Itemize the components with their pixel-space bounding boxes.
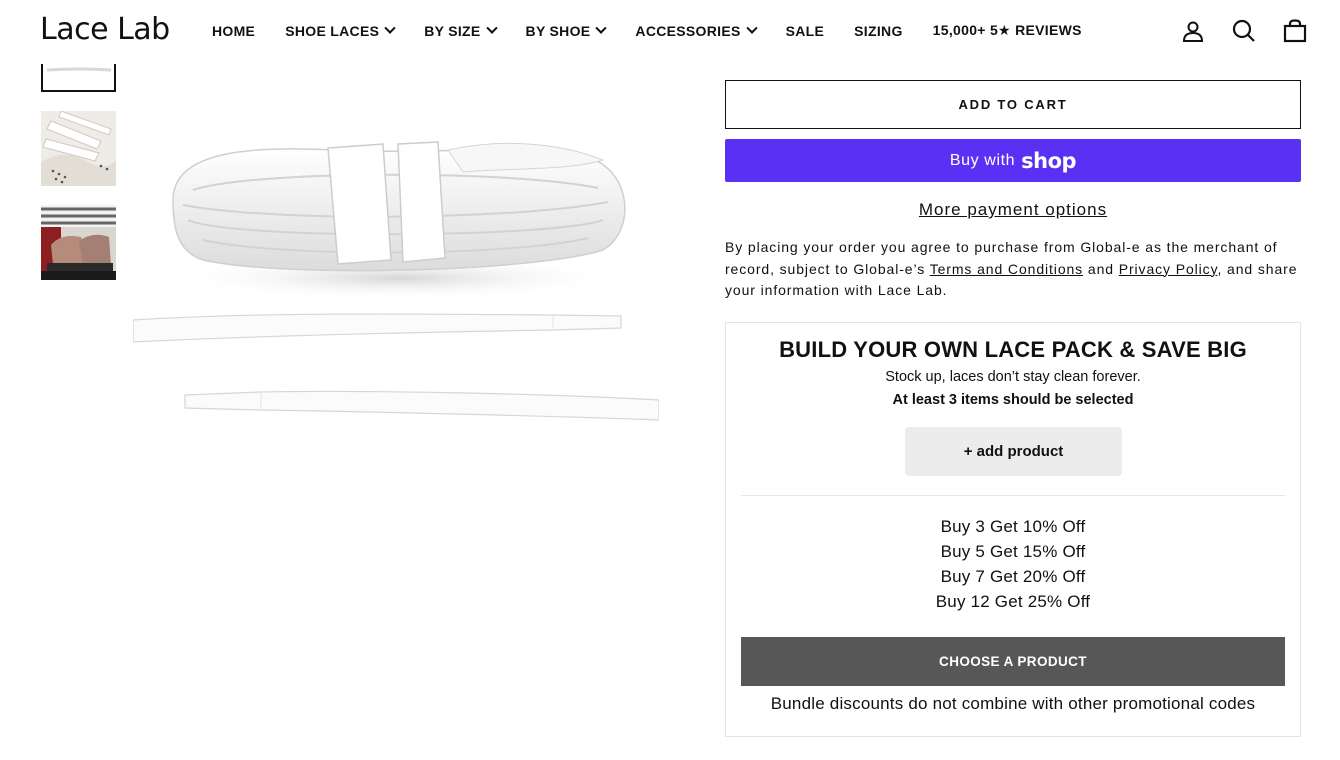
nav-sale-label: SALE	[785, 22, 825, 39]
chevron-down-icon	[595, 22, 608, 34]
nav-by-size[interactable]: BY SIZE	[424, 22, 498, 39]
bundle-title: BUILD YOUR OWN LACE PACK & SAVE BIG	[779, 337, 1247, 362]
discount-tier: Buy 5 Get 15% Off	[940, 542, 1086, 561]
header-icons	[1157, 16, 1310, 46]
privacy-policy-link[interactable]: Privacy Policy	[1119, 261, 1218, 277]
shop-pay-logo: shop	[1021, 148, 1077, 173]
account-icon[interactable]	[1178, 16, 1208, 46]
bundle-subtitle: Stock up, laces don’t stay clean forever…	[885, 369, 1141, 385]
nav-accessories-label: ACCESSORIES	[635, 22, 741, 39]
search-icon[interactable]	[1229, 16, 1259, 46]
bundle-builder: BUILD YOUR OWN LACE PACK & SAVE BIG Stoc…	[725, 322, 1301, 737]
site-header: Lace Lab HOME SHOE LACES BY SIZE BY SHOE…	[0, 0, 1340, 64]
purchase-panel: ADD TO CART Buy with shop More payment o…	[725, 80, 1301, 302]
terms-and-conditions-link[interactable]: Terms and Conditions	[930, 261, 1083, 277]
nav-by-size-label: BY SIZE	[424, 22, 481, 39]
product-image[interactable]	[133, 110, 659, 440]
nav-home-label: HOME	[212, 22, 256, 39]
legal-text-2: and	[1083, 260, 1119, 277]
add-product-button[interactable]: + add product	[905, 427, 1122, 476]
nav-by-shoe[interactable]: BY SHOE	[525, 22, 608, 39]
buy-with-shop-pay-button[interactable]: Buy with shop	[725, 139, 1301, 182]
nav-shoe-laces-label: SHOE LACES	[285, 22, 380, 39]
discount-tier: Buy 7 Get 20% Off	[940, 567, 1086, 586]
site-logo[interactable]: Lace Lab	[40, 12, 170, 47]
nav-by-shoe-label: BY SHOE	[525, 22, 591, 39]
discount-tier: Buy 12 Get 25% Off	[935, 592, 1091, 611]
nav-reviews-label: 15,000+ 5★ REVIEWS	[932, 22, 1082, 38]
nav-shoe-laces[interactable]: SHOE LACES	[285, 22, 396, 39]
nav-reviews[interactable]: 15,000+ 5★ REVIEWS	[933, 22, 1082, 39]
bundle-discount-note: Bundle discounts do not combine with oth…	[770, 694, 1256, 713]
chevron-down-icon	[745, 22, 758, 34]
merchant-of-record-notice: By placing your order you agree to purch…	[725, 237, 1301, 302]
buy-with-label: Buy with	[949, 151, 1016, 169]
nav-accessories[interactable]: ACCESSORIES	[635, 22, 758, 39]
nav-sale[interactable]: SALE	[786, 23, 825, 39]
cart-icon[interactable]	[1280, 16, 1310, 46]
chevron-down-icon	[384, 22, 396, 34]
sneaker-laces-thumbnail[interactable]	[41, 111, 116, 186]
main-nav: HOME SHOE LACES BY SIZE BY SHOE ACCESSOR…	[212, 22, 1112, 39]
discount-tiers: Buy 3 Get 10% Off Buy 5 Get 15% Off Buy …	[726, 514, 1300, 614]
choose-a-product-button[interactable]: CHOOSE A PRODUCT	[741, 637, 1285, 686]
chevron-down-icon	[485, 22, 498, 34]
more-payment-options-link[interactable]: More payment options	[725, 200, 1301, 220]
discount-tier: Buy 3 Get 10% Off	[940, 517, 1086, 536]
worn-sneaker-thumbnail[interactable]	[41, 205, 116, 280]
nav-sizing[interactable]: SIZING	[854, 23, 902, 39]
nav-home[interactable]: HOME	[212, 23, 255, 39]
bundle-requirement: At least 3 items should be selected	[892, 392, 1134, 408]
divider	[741, 495, 1285, 496]
add-to-cart-button[interactable]: ADD TO CART	[725, 80, 1301, 129]
nav-sizing-label: SIZING	[854, 22, 903, 39]
